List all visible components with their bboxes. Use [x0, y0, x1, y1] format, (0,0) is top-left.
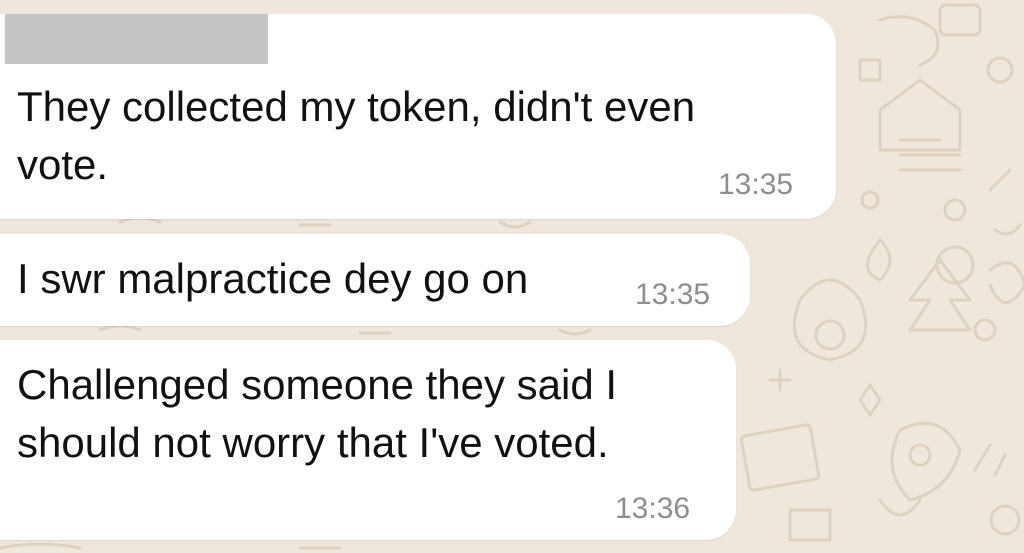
- doodle-seed-icon: [814, 319, 846, 351]
- doodle-window-icon: [908, 443, 932, 467]
- doodle-dot-icon: [973, 318, 997, 342]
- message-text: Challenged someone they said I should no…: [17, 361, 618, 466]
- doodle-diamond-icon: [858, 383, 882, 417]
- doodle-smile-icon: [878, 498, 922, 517]
- doodle-banana-icon: [878, 15, 940, 67]
- chat-screen: { "chat": { "messages": [ { "text": "The…: [0, 0, 1024, 553]
- message-timestamp: 13:35: [718, 168, 794, 201]
- doodle-hand-icon: [973, 443, 1007, 477]
- doodle-key-icon: [866, 238, 892, 282]
- doodle-plus-icon: [768, 368, 792, 392]
- doodle-squiggle-icon: [988, 168, 1022, 236]
- message-text: I swr malpractice dey go on: [17, 255, 529, 302]
- doodle-dot-icon: [860, 190, 880, 210]
- doodle-lines-icon: [898, 138, 962, 172]
- message-bubble[interactable]: They collected my token, didn't even vot…: [0, 14, 836, 219]
- message-bubble[interactable]: Challenged someone they said I should no…: [0, 340, 736, 540]
- doodle-gap-icon: [0, 542, 342, 550]
- doodle-gap-icon: [98, 324, 592, 336]
- doodle-box-icon: [938, 3, 982, 37]
- doodle-gap-icon: [118, 216, 532, 229]
- doodle-tree-icon: [908, 258, 972, 332]
- doodle-dot-icon: [943, 198, 967, 222]
- doodle-photo-icon: [739, 423, 821, 492]
- message-bubble[interactable]: I swr malpractice dey go on 13:35: [0, 234, 750, 326]
- redacted-sender-name: [5, 14, 268, 64]
- doodle-card-icon: [788, 508, 832, 542]
- doodle-circle-icon: [989, 504, 1021, 536]
- message-text: They collected my token, didn't even vot…: [17, 83, 696, 188]
- doodle-square-icon: [858, 58, 882, 82]
- message-timestamp: 13:35: [635, 278, 711, 311]
- message-timestamp: 13:36: [615, 492, 691, 525]
- doodle-leaf-icon: [988, 261, 1024, 304]
- doodle-circle-icon: [986, 56, 1014, 84]
